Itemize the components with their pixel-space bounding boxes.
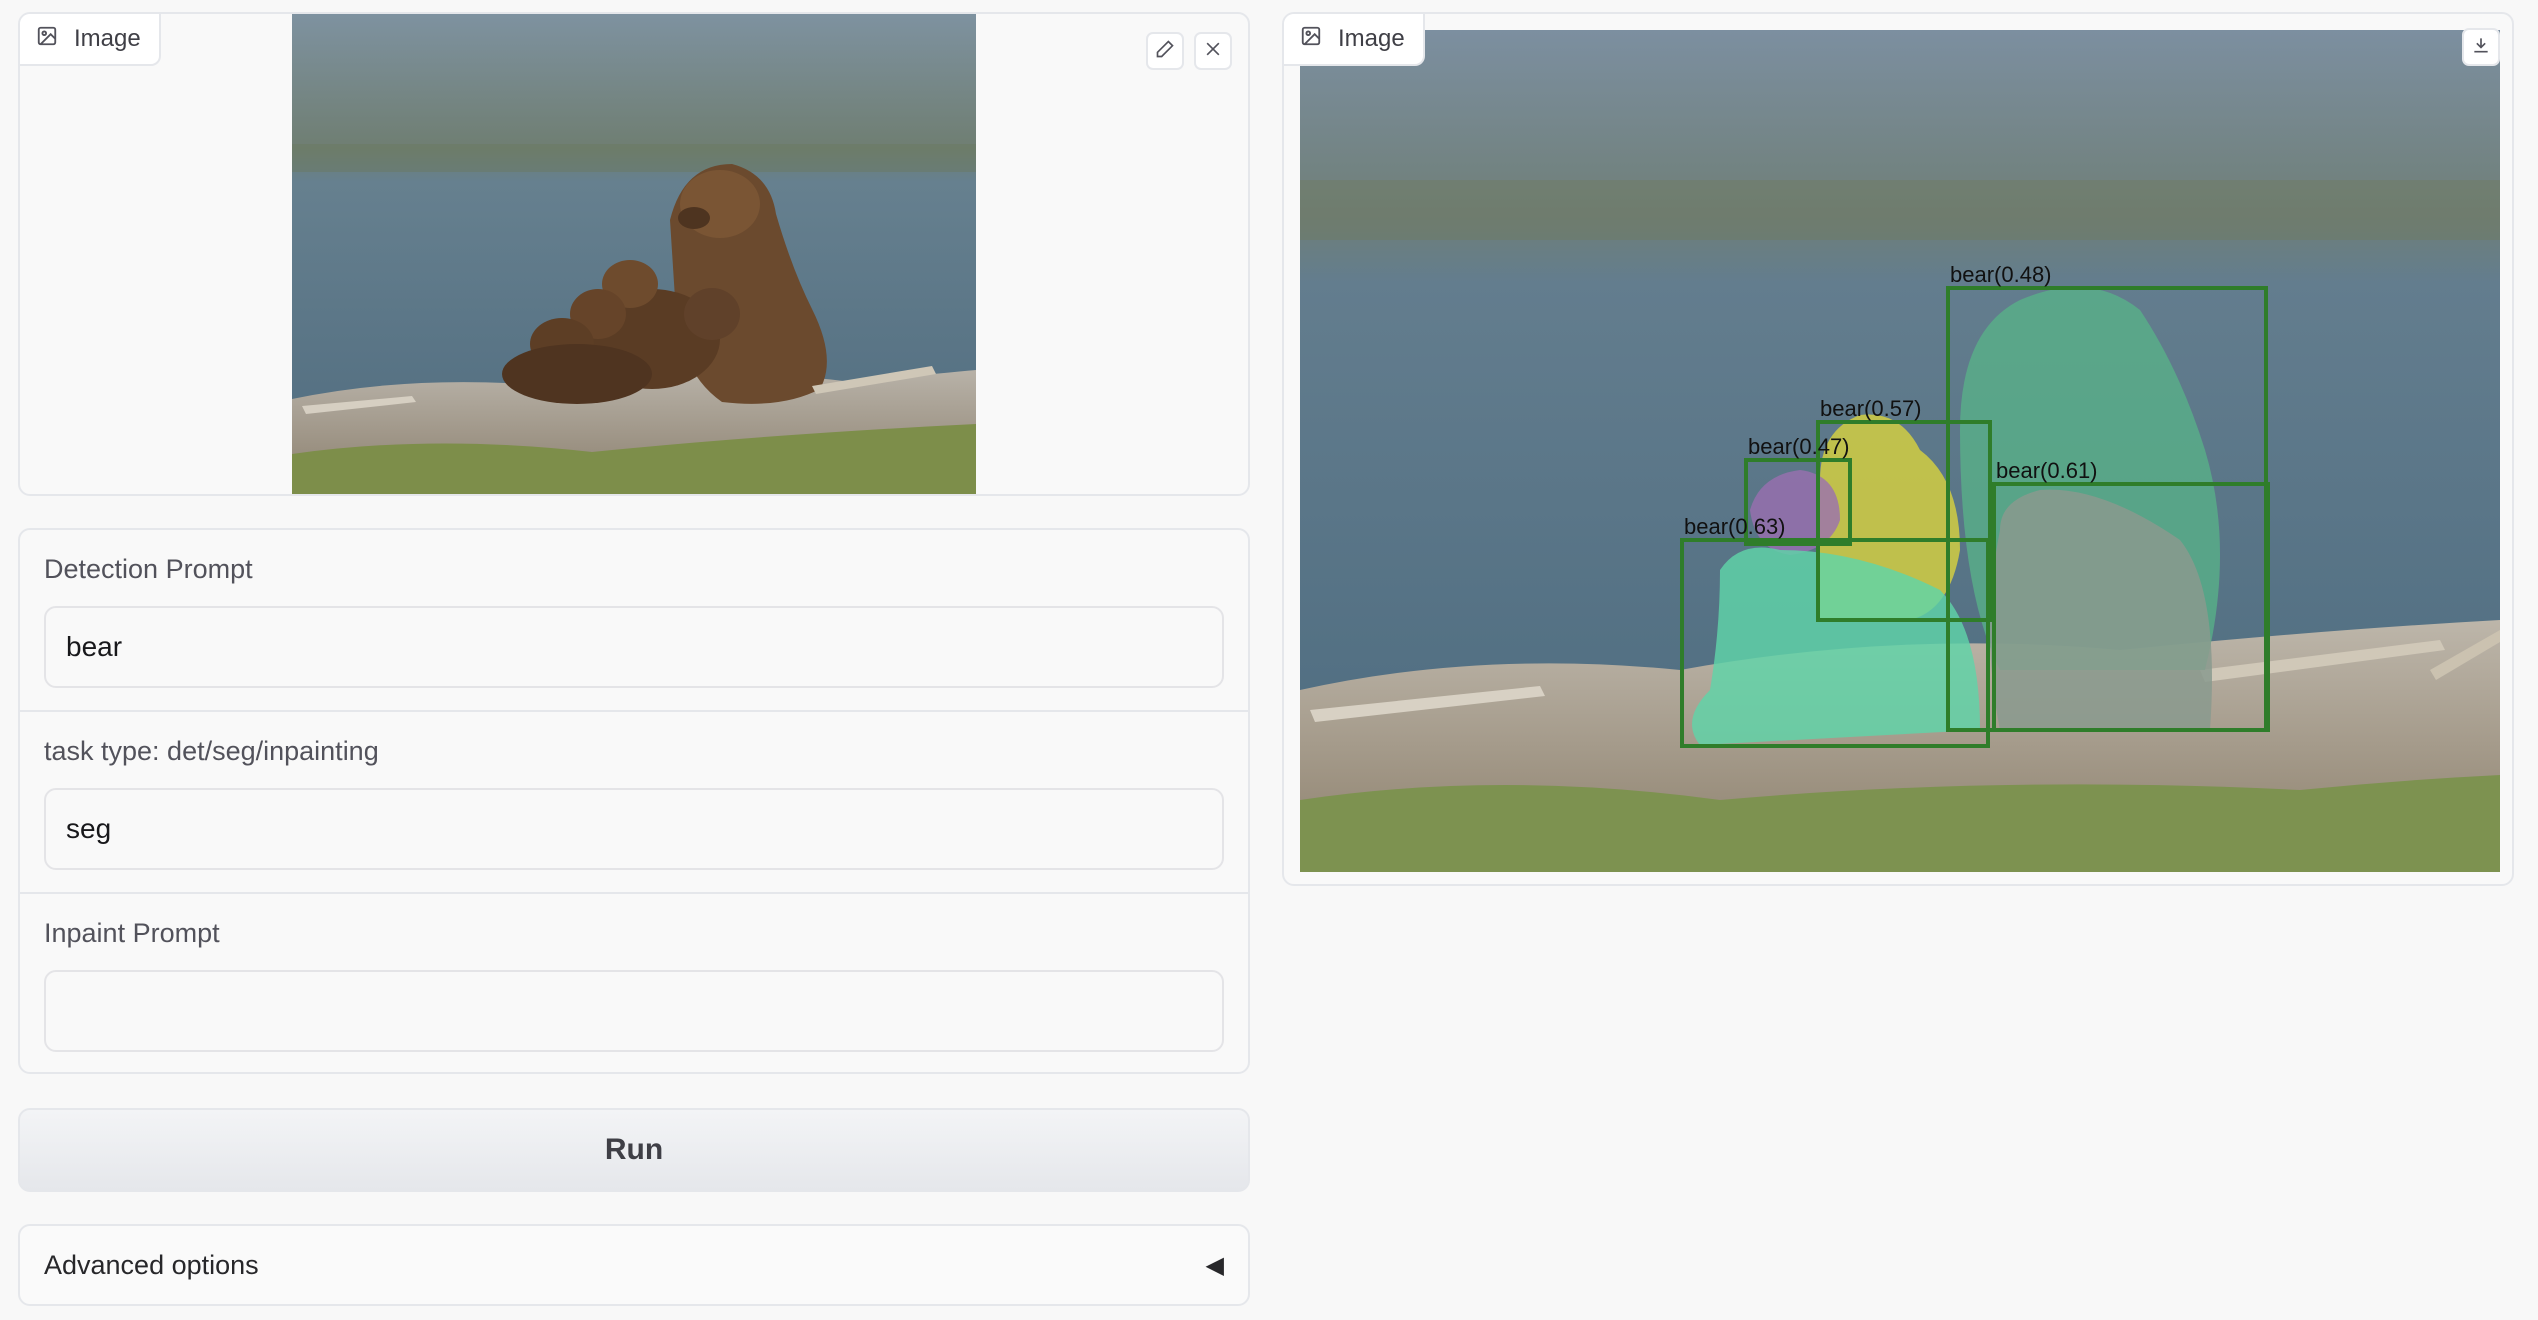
detection-label: bear(0.63)	[1684, 514, 1786, 539]
close-icon	[1203, 39, 1223, 64]
edit-image-button[interactable]	[1146, 32, 1184, 70]
image-icon	[1300, 25, 1322, 54]
advanced-options-accordion[interactable]: Advanced options ◀	[18, 1224, 1250, 1306]
image-icon	[36, 25, 58, 54]
advanced-options-label: Advanced options	[44, 1249, 259, 1280]
clear-image-button[interactable]	[1194, 32, 1232, 70]
inpaint-prompt-input[interactable]	[44, 970, 1224, 1052]
caret-left-icon: ◀	[1205, 1251, 1224, 1279]
detection-label: bear(0.47)	[1748, 434, 1850, 459]
detection-prompt-label: Detection Prompt	[44, 554, 253, 584]
prompt-form-panel: Detection Prompt bear task type: det/seg…	[18, 528, 1250, 1074]
run-button[interactable]: Run	[18, 1108, 1250, 1192]
output-image-panel: Image bear(0.48) bear(0.57) bear(0.47) b…	[1282, 12, 2514, 886]
download-icon	[2471, 35, 2491, 60]
input-image-tag: Image	[20, 14, 161, 66]
input-image-tag-label: Image	[74, 25, 141, 52]
output-image-tag-label: Image	[1338, 25, 1405, 52]
detection-label: bear(0.61)	[1996, 458, 2098, 483]
detection-prompt-input[interactable]: bear	[44, 606, 1224, 688]
form-divider	[20, 892, 1248, 894]
detection-label: bear(0.57)	[1820, 396, 1922, 421]
segmentation-result-image: bear(0.48) bear(0.57) bear(0.47) bear(0.…	[1300, 30, 2500, 872]
detection-label: bear(0.48)	[1950, 262, 2052, 287]
input-bear-photo	[292, 14, 976, 494]
task-type-label: task type: det/seg/inpainting	[44, 736, 379, 766]
pencil-icon	[1155, 39, 1175, 64]
form-divider	[20, 710, 1248, 712]
output-image-tag: Image	[1284, 14, 1425, 66]
input-image-panel[interactable]: Image	[18, 12, 1250, 496]
download-button[interactable]	[2462, 28, 2500, 66]
inpaint-prompt-label: Inpaint Prompt	[44, 918, 220, 948]
task-type-input[interactable]: seg	[44, 788, 1224, 870]
